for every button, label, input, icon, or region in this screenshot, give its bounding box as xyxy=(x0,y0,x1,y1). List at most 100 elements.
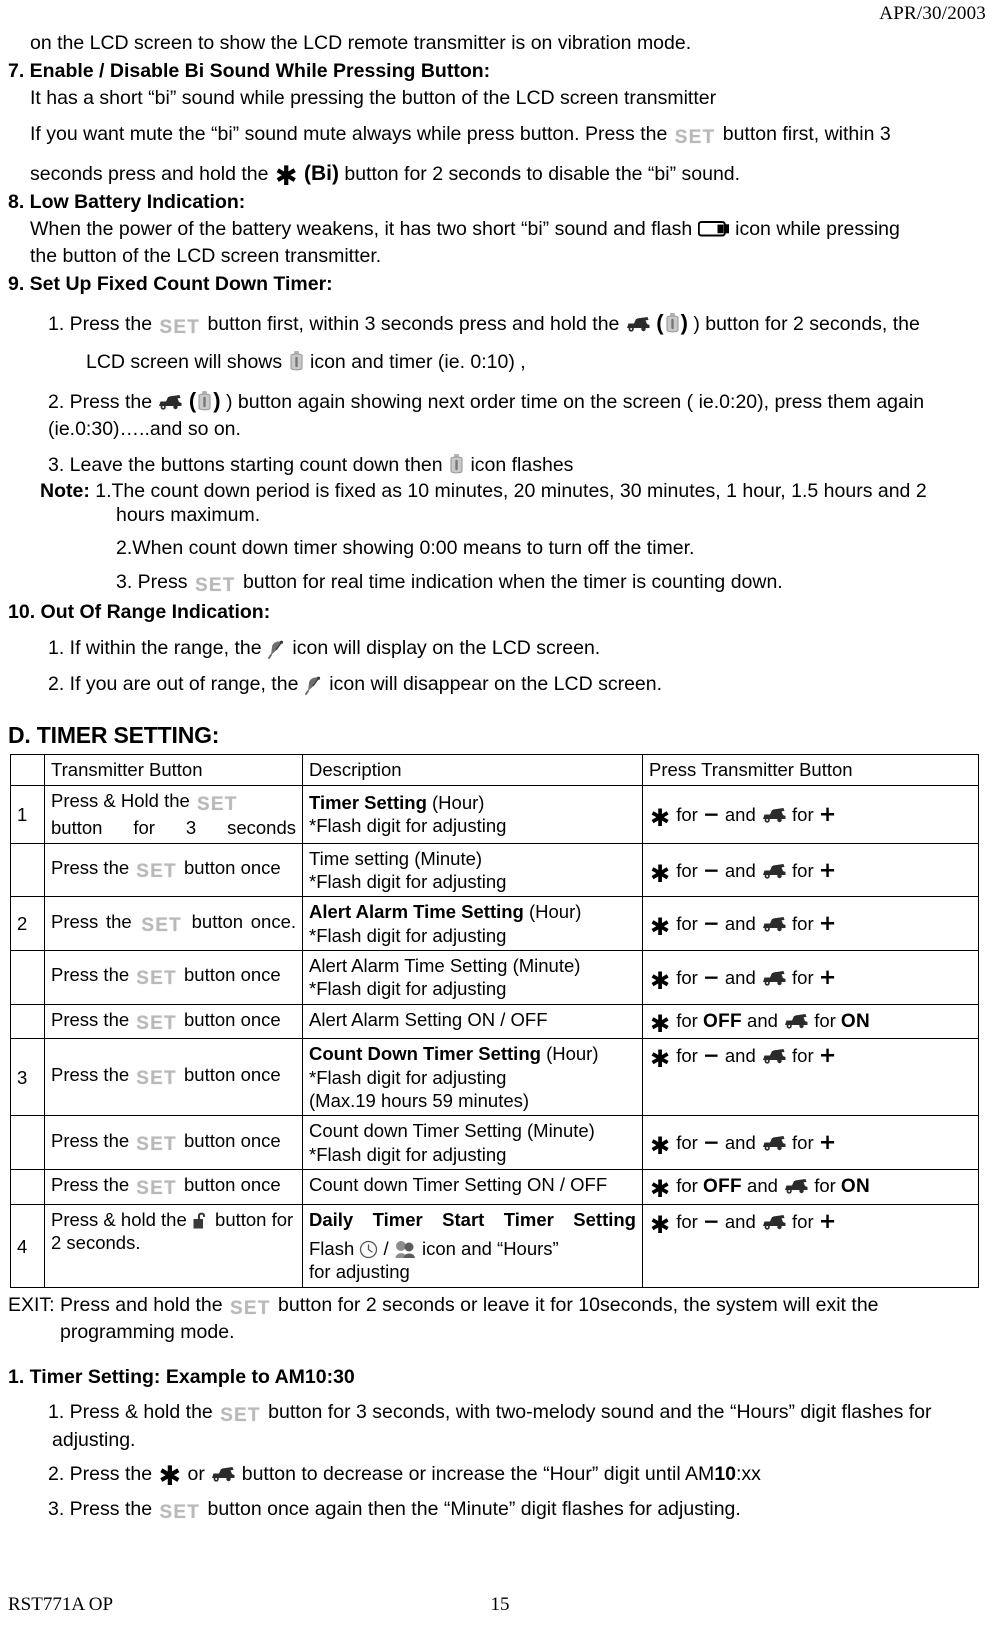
section-9-note-1-cont: hours maximum. xyxy=(116,503,261,526)
btn-post-text: button for 3 seconds xyxy=(51,817,296,839)
row-transmitter-button: Press the SET button once xyxy=(44,1168,303,1205)
desc-plain: (Hour) xyxy=(426,791,485,813)
section-9-item-2: 2. Press the ( ) ) button again showing … xyxy=(8,386,992,417)
press-for-1: for xyxy=(676,913,698,935)
hourglass-icon xyxy=(664,312,681,334)
example-step-3-a: 3. Press the xyxy=(48,1498,153,1521)
hourglass-icon xyxy=(196,390,213,412)
post-table-text: EXIT: Press and hold the SET button for … xyxy=(8,1294,992,1527)
desc-line2: *Flash digit for adjusting xyxy=(309,815,507,837)
asterisk-icon: ✱ xyxy=(650,803,671,832)
set-icon: SET xyxy=(136,1177,177,1199)
note-1-text: 1.The count down period is fixed as 10 m… xyxy=(95,479,927,502)
asterisk-icon: ✱ xyxy=(650,1210,671,1239)
table-row: 2 Press the SET button once. Alert Alarm… xyxy=(10,896,979,951)
row-press-transmitter-button: ✱ for − and for + xyxy=(642,784,979,844)
section-8-line-2: the button of the LCD screen transmitter… xyxy=(30,244,382,267)
header-press-transmitter-button: Press Transmitter Button xyxy=(642,754,979,786)
section-9-item-1-a: 1. Press the xyxy=(48,312,153,335)
car-button-icon xyxy=(761,916,787,933)
row-number: 3 xyxy=(10,1038,45,1117)
set-icon: SET xyxy=(136,1133,177,1155)
plus-sign: + xyxy=(818,911,837,936)
battery-icon xyxy=(697,219,730,237)
paren-close: ) xyxy=(213,387,221,413)
row-description: Count down Timer Setting (Minute) *Flash… xyxy=(302,1115,643,1170)
example-step-2-bold: 10 xyxy=(714,1462,737,1485)
row-transmitter-button: Press the SET button once xyxy=(44,1038,303,1117)
example-step-1-b: button for 3 seconds, with two-melody so… xyxy=(268,1401,932,1424)
desc-plain: Alert Alarm Setting ON / OFF xyxy=(309,1008,548,1030)
bi-label: (Bi) xyxy=(303,162,339,186)
asterisk-icon: ✱ xyxy=(650,966,671,995)
btn-post-text: button once xyxy=(184,1064,281,1086)
note-label: Note: xyxy=(40,479,90,502)
note-3-a: 3. Press xyxy=(116,570,188,593)
hourglass-icon xyxy=(288,350,305,372)
desc-line2: *Flash digit for adjusting xyxy=(309,924,507,946)
plus-sign: + xyxy=(818,964,837,989)
paren-open: ( xyxy=(188,387,197,413)
section-9-item-3: 3. Leave the buttons starting count down… xyxy=(8,453,992,480)
row-press-transmitter-button: ✱ for OFF and for ON xyxy=(642,1168,979,1205)
car-button-icon xyxy=(761,863,787,880)
desc-line2: *Flash digit for adjusting xyxy=(309,1143,507,1165)
row-number: 4 xyxy=(10,1203,45,1288)
section-9-note-2: 2.When count down timer showing 0:00 mea… xyxy=(116,536,695,559)
press-and: and xyxy=(724,1045,756,1067)
row-number: 2 xyxy=(10,896,45,951)
desc-plain: Alert Alarm Time Setting (Minute) xyxy=(309,954,581,976)
row-press-transmitter-button: ✱ for − and for + xyxy=(642,1115,979,1170)
btn-post-text: button once xyxy=(184,857,281,879)
desc-plain: (Hour) xyxy=(540,1043,599,1065)
set-icon: SET xyxy=(136,1012,177,1034)
set-icon: SET xyxy=(141,914,182,936)
desc-line2: *Flash digit for adjusting xyxy=(309,871,507,893)
section-10-item-1: 1. If within the range, the icon will di… xyxy=(8,636,992,663)
set-icon: SET xyxy=(136,861,177,883)
exit-line-2: programming mode. xyxy=(60,1321,235,1344)
set-icon: SET xyxy=(194,574,236,596)
press-for-1: for xyxy=(676,1210,698,1232)
minus-sign: − xyxy=(702,801,720,826)
table-row: Press the SET button once Count down Tim… xyxy=(10,1168,979,1205)
btn-pre-text: Press & Hold the xyxy=(51,789,190,811)
set-icon: SET xyxy=(674,126,716,148)
on-label: ON xyxy=(840,1176,871,1198)
row-description: Alert Alarm Setting ON / OFF xyxy=(302,1003,643,1040)
table-row: Press the SET button once Alert Alarm Ti… xyxy=(10,949,979,1005)
desc-flash-line: Flash / icon and “Hours” xyxy=(309,1237,636,1260)
header-num xyxy=(10,754,45,786)
example-step-2-b: button to decrease or increase the “Hour… xyxy=(241,1462,715,1485)
section-d-title: D. TIMER SETTING: xyxy=(8,721,220,748)
document-body: on the LCD screen to show the LCD remote… xyxy=(8,31,992,754)
header-description: Description xyxy=(302,754,643,786)
press-for-2: for xyxy=(792,1045,814,1067)
press-for-1: for xyxy=(676,1010,698,1032)
desc-bold: Count Down Timer Setting xyxy=(309,1043,541,1065)
set-icon: SET xyxy=(230,1297,271,1319)
section-9-item-1-d: ) button for 2 seconds, the xyxy=(693,312,920,335)
section-10-item-2-b: icon will disappear on the LCD screen. xyxy=(329,672,663,695)
press-for-2: for xyxy=(792,859,814,881)
btn-post-text: button once. xyxy=(191,910,296,932)
section-7-line-2-b: button first, within 3 xyxy=(722,122,891,145)
plus-sign: + xyxy=(818,1130,837,1155)
table-row: Press the SET button once Count down Tim… xyxy=(10,1115,979,1170)
document-date-header: APR/30/2003 xyxy=(879,3,986,24)
press-and: and xyxy=(724,1210,756,1232)
desc-plain: Count down Timer Setting ON / OFF xyxy=(309,1173,608,1195)
btn-post-text: button once xyxy=(184,1008,281,1030)
row-press-transmitter-button: ✱ for − and for + xyxy=(642,1203,979,1288)
row-description: Timer Setting (Hour) *Flash digit for ad… xyxy=(302,784,643,844)
desc-slash: / xyxy=(383,1238,389,1260)
press-and: and xyxy=(724,913,756,935)
row-number xyxy=(10,1115,45,1170)
section-9-note-3: 3. Press SET button for real time indica… xyxy=(8,570,992,599)
off-label: OFF xyxy=(702,1176,742,1198)
row-description: Count Down Timer Setting (Hour) *Flash d… xyxy=(302,1038,643,1117)
row-description: Daily Timer Start Timer Setting Flash / xyxy=(302,1203,643,1288)
footer-page-number: 15 xyxy=(490,1594,510,1615)
plus-sign: + xyxy=(818,801,837,826)
paren-open: ( xyxy=(656,309,664,335)
